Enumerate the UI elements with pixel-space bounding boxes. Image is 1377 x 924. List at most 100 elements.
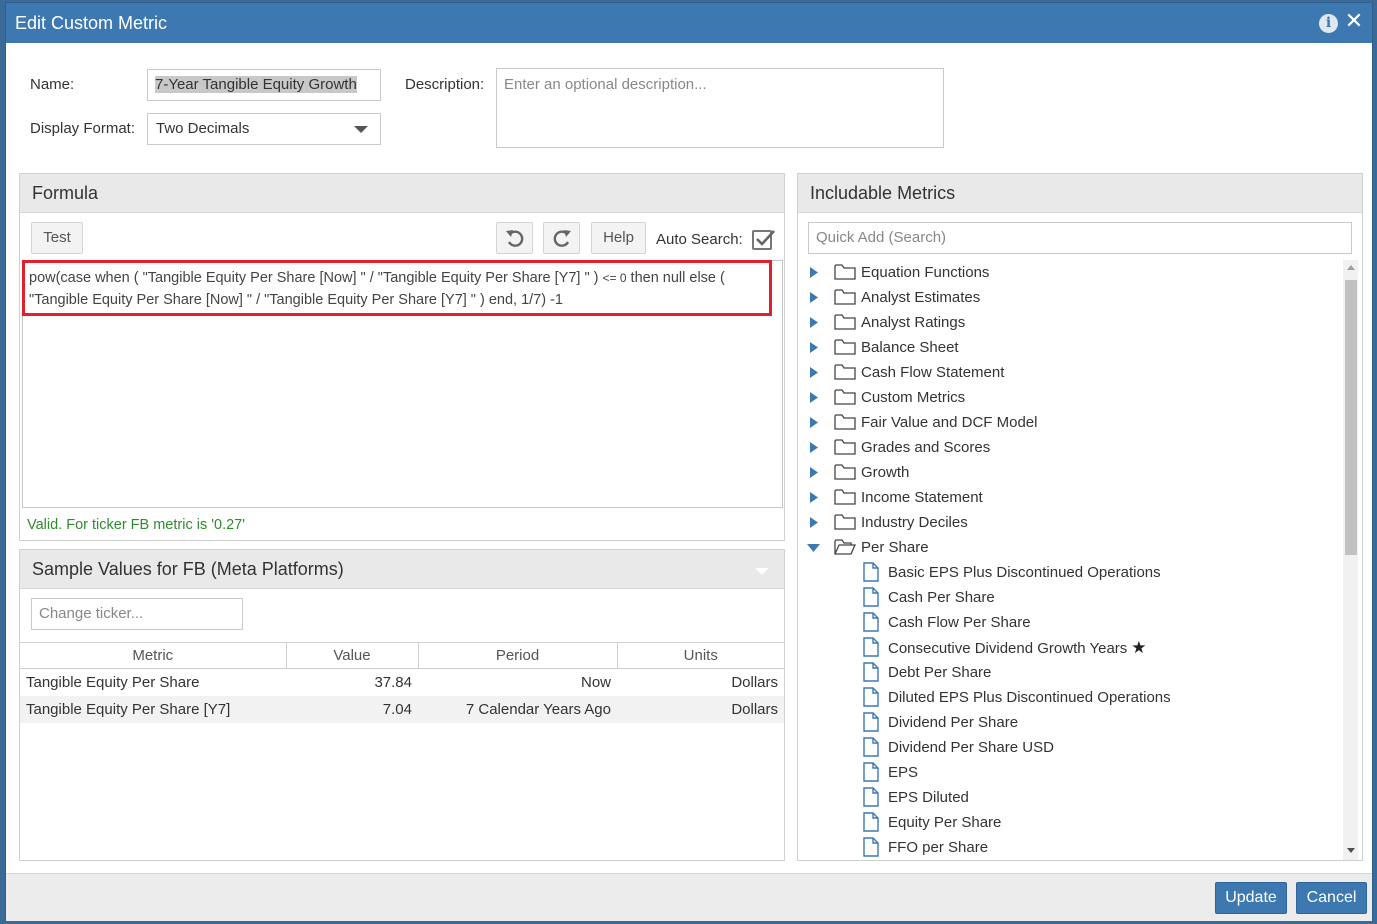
caret-right-icon[interactable]	[810, 467, 818, 478]
close-icon[interactable]: ✕	[1343, 9, 1365, 35]
tree-metric-item[interactable]: Dividend Per Share USD	[806, 735, 1336, 760]
undo-button[interactable]	[496, 222, 533, 254]
tree-metric-item[interactable]: Cash Per Share	[806, 585, 1336, 610]
tree-metric-label: Dividend Per Share	[888, 714, 1019, 731]
table-row: Tangible Equity Per Share 37.84 Now Doll…	[20, 669, 784, 696]
folder-icon	[834, 339, 856, 355]
tree-metric-item[interactable]: Basic EPS Plus Discontinued Operations	[806, 560, 1336, 585]
info-icon[interactable]: i	[1319, 14, 1338, 33]
tree-folder[interactable]: Custom Metrics	[806, 385, 1336, 410]
tree-metric-item[interactable]: Consecutive Dividend Growth Years ★	[806, 635, 1336, 660]
tree-metric-label: Basic EPS Plus Discontinued Operations	[888, 564, 1161, 581]
tree-folder[interactable]: Income Statement	[806, 485, 1336, 510]
tree-folder-label: Grades and Scores	[861, 439, 991, 456]
tree-metric-item[interactable]: Dividend Per Share	[806, 710, 1336, 735]
formula-panel-header: Formula	[20, 174, 784, 213]
table-header-row: Metric Value Period Units	[20, 642, 784, 669]
caret-right-icon[interactable]	[810, 417, 818, 428]
caret-down-icon[interactable]	[807, 544, 820, 552]
tree-metric-label: FFO per Share	[888, 839, 989, 856]
value-cell: 37.84	[374, 673, 412, 691]
scroll-up-icon[interactable]	[1347, 265, 1355, 270]
tree-metric-item[interactable]: Equity Per Share	[806, 810, 1336, 835]
metric-cell: Tangible Equity Per Share	[26, 673, 200, 691]
name-input-value: 7-Year Tangible Equity Growth	[155, 76, 357, 93]
tree-folder[interactable]: Analyst Estimates	[806, 285, 1336, 310]
tree-metric-item[interactable]: Diluted EPS Plus Discontinued Operations	[806, 685, 1336, 710]
column-header[interactable]: Metric	[20, 642, 287, 669]
tree-folder[interactable]: Growth	[806, 460, 1336, 485]
folder-icon	[834, 414, 856, 430]
tree-folder-label: Fair Value and DCF Model	[861, 414, 1038, 431]
caret-right-icon[interactable]	[810, 292, 818, 303]
tree-folder[interactable]: Balance Sheet	[806, 335, 1336, 360]
tree-folder[interactable]: Fair Value and DCF Model	[806, 410, 1336, 435]
caret-right-icon[interactable]	[810, 342, 818, 353]
folder-icon	[834, 314, 856, 330]
folder-icon	[834, 264, 856, 280]
caret-right-icon[interactable]	[810, 442, 818, 453]
units-cell: Dollars	[731, 673, 778, 691]
caret-right-icon[interactable]	[810, 367, 818, 378]
period-cell: 7 Calendar Years Ago	[418, 695, 617, 723]
description-label: Description:	[405, 76, 485, 93]
tree-metric-label: Cash Per Share	[888, 589, 995, 606]
tree-metric-label: Consecutive Dividend Growth Years	[888, 640, 1128, 657]
scrollbar-thumb[interactable]	[1345, 280, 1357, 555]
tree-metric-label: Cash Flow Per Share	[888, 614, 1031, 631]
tree-scrollbar[interactable]	[1343, 260, 1358, 860]
document-icon	[863, 637, 879, 657]
dialog-titlebar: Edit Custom Metric i ✕	[6, 3, 1372, 43]
scroll-down-icon[interactable]	[1347, 848, 1355, 853]
document-icon	[863, 587, 879, 607]
update-button[interactable]: Update	[1215, 882, 1287, 914]
document-icon	[863, 762, 879, 782]
tree-metric-item[interactable]: Debt Per Share	[806, 660, 1336, 685]
document-icon	[863, 687, 879, 707]
tree-folder[interactable]: Grades and Scores	[806, 435, 1336, 460]
caret-right-icon[interactable]	[810, 492, 818, 503]
tree-folder[interactable]: Industry Deciles	[806, 510, 1336, 535]
collapse-icon[interactable]	[755, 568, 769, 575]
test-button[interactable]: Test	[31, 222, 83, 254]
document-icon	[863, 712, 879, 732]
redo-button[interactable]	[543, 222, 580, 254]
chevron-down-icon	[354, 126, 368, 133]
caret-right-icon[interactable]	[810, 517, 818, 528]
tree-metric-item[interactable]: EPS Diluted	[806, 785, 1336, 810]
folder-icon	[834, 364, 856, 380]
tree-metric-item[interactable]: Cash Flow Per Share	[806, 610, 1336, 635]
column-header[interactable]: Units	[617, 642, 784, 669]
cancel-button[interactable]: Cancel	[1296, 882, 1367, 914]
ticker-input[interactable]: Change ticker...	[31, 598, 243, 630]
formula-status: Valid. For ticker FB metric is '0.27'	[27, 517, 245, 533]
tree-folder[interactable]: Cash Flow Statement	[806, 360, 1336, 385]
caret-right-icon[interactable]	[810, 267, 818, 278]
folder-icon	[834, 289, 856, 305]
includable-metrics-panel: Includable Metrics Quick Add (Search) Eq…	[797, 173, 1363, 861]
includable-metrics-header: Includable Metrics	[798, 174, 1362, 213]
column-header[interactable]: Value	[286, 642, 419, 669]
tree-folder-open[interactable]: Per Share	[806, 535, 1336, 560]
name-input[interactable]: 7-Year Tangible Equity Growth	[147, 69, 381, 101]
display-format-select[interactable]: Two Decimals	[147, 113, 381, 145]
column-header[interactable]: Period	[418, 642, 618, 669]
tree-folder[interactable]: Analyst Ratings	[806, 310, 1336, 335]
quick-add-search-input[interactable]: Quick Add (Search)	[808, 222, 1352, 254]
help-button[interactable]: Help	[591, 222, 646, 254]
caret-right-icon[interactable]	[810, 392, 818, 403]
folder-open-icon	[834, 539, 856, 555]
auto-search-checkbox[interactable]	[752, 230, 775, 250]
document-icon	[863, 737, 879, 757]
display-format-value: Two Decimals	[156, 120, 250, 137]
tree-folder-label: Per Share	[861, 539, 929, 556]
tree-metric-label: Equity Per Share	[888, 814, 1002, 831]
tree-metric-item[interactable]: FFO per Share	[806, 835, 1336, 860]
tree-folder[interactable]: Equation Functions	[806, 260, 1336, 285]
tree-folder-label: Equation Functions	[861, 264, 990, 281]
tree-metric-item[interactable]: EPS	[806, 760, 1336, 785]
dialog-title: Edit Custom Metric	[15, 13, 168, 33]
caret-right-icon[interactable]	[810, 317, 818, 328]
description-textarea[interactable]: Enter an optional description...	[496, 68, 944, 148]
star-icon[interactable]: ★	[1131, 638, 1146, 657]
